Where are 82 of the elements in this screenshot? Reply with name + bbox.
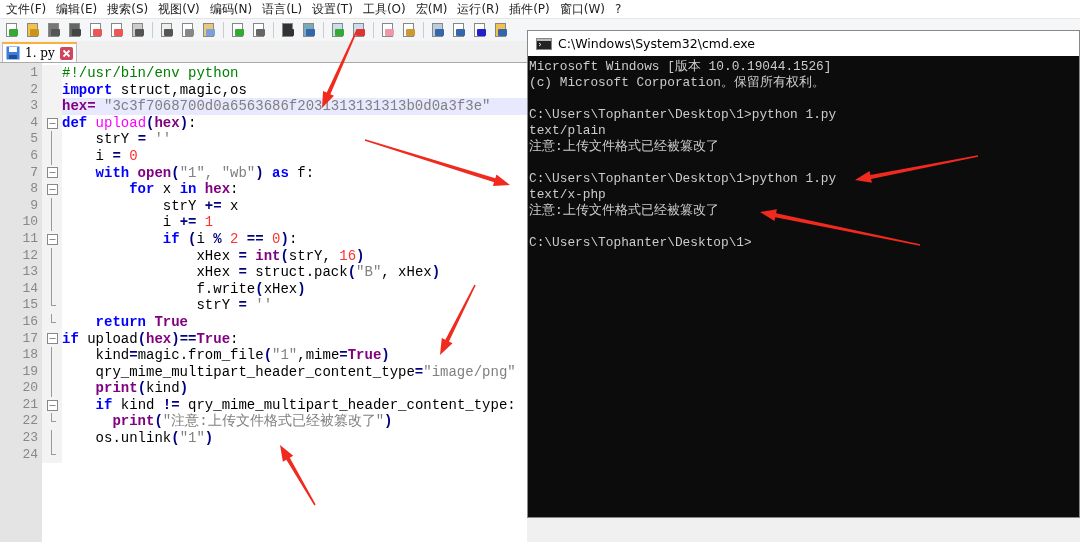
line-number: 16 (21, 313, 39, 331)
code-line: xHex = int(strY, 16) (195, 247, 366, 265)
code-line: kind=magic.from_file("1",mime=True) (94, 347, 391, 364)
menu-item[interactable]: 视图(V) (154, 0, 206, 18)
line-number: 24 (21, 446, 39, 464)
line-number: 9 (29, 197, 39, 215)
console-line: text/x-php (529, 187, 607, 203)
line-number: 1 (29, 65, 39, 82)
line-number: 10 (21, 214, 39, 231)
menu-item[interactable]: 宏(M) (411, 0, 454, 18)
file-tab[interactable]: 1. py (2, 42, 77, 62)
console-line: 注意:上传文件格式已经被篡改了 (529, 203, 720, 219)
code-line: if (i % 2 == 0): (161, 230, 299, 248)
code-line: if upload(hex)==True: (62, 330, 240, 348)
annotation-arrow (440, 284, 476, 355)
code-line: qry_mime_multipart_header_content_type="image/png" (94, 363, 517, 381)
code-line: f.write(xHex) (195, 280, 307, 298)
code-line: os.unlink("1") (94, 430, 215, 447)
fold-margin[interactable] (42, 214, 62, 231)
code-line: i += 1 (161, 214, 215, 231)
console-line: (c) Microsoft Corporation。保留所有权利。 (529, 75, 826, 91)
line-number: 8 (29, 181, 39, 198)
menu-item[interactable]: 文件(F) (2, 0, 53, 18)
line-number: 13 (21, 264, 39, 281)
line-number: 11 (21, 230, 39, 248)
line-number: 2 (29, 81, 39, 99)
line-number: 4 (29, 114, 39, 132)
line-number: 12 (21, 247, 39, 265)
code-line: print(kind) (94, 380, 190, 397)
menu-item[interactable]: 运行(R) (453, 0, 506, 18)
menu-item[interactable]: 设置(T) (308, 0, 359, 18)
line-number: 15 (21, 297, 39, 314)
code-line: return True (94, 313, 190, 331)
code-line: import struct,magic,os (62, 81, 248, 99)
line-number: 6 (29, 147, 39, 165)
console-line: C:\Users\Tophanter\Desktop\1>python 1.py (529, 171, 838, 187)
line-number: 14 (21, 280, 39, 298)
code-line: def upload(hex): (62, 114, 198, 132)
code-line: with open("1", "wb") as f: (94, 164, 316, 182)
line-number: 20 (21, 380, 39, 397)
code-editor[interactable] (0, 63, 527, 542)
console-line: C:\Users\Tophanter\Desktop\1> (529, 235, 753, 251)
annotation-arrow (280, 445, 316, 506)
fold-margin[interactable] (42, 131, 62, 148)
console-line: 注意:上传文件格式已经被篡改了 (529, 139, 720, 155)
code-line: strY = '' (195, 297, 274, 314)
menu-item[interactable]: ? (610, 2, 628, 16)
close-icon[interactable] (59, 46, 73, 60)
code-line: if kind != qry_mime_multipart_header_content_type: (94, 396, 517, 413)
line-number: 21 (21, 396, 39, 414)
console-line: Microsoft Windows [版本 10.0.19044.1526] (529, 59, 833, 75)
fold-margin[interactable] (42, 380, 62, 397)
fold-margin[interactable] (42, 181, 62, 198)
menu-item[interactable]: 编码(N) (205, 0, 259, 18)
line-number: 17 (21, 330, 39, 348)
line-number: 22 (21, 413, 39, 431)
code-line: xHex = struct.pack("B", xHex) (195, 264, 442, 281)
code-line: strY = '' (94, 131, 173, 148)
menu-item[interactable]: 语言(L) (258, 0, 309, 18)
code-line: strY += x (161, 197, 240, 215)
menu-item[interactable]: 插件(P) (505, 0, 556, 18)
code-line: print("注意:上传文件格式已经被篡改了") (111, 413, 394, 431)
console-line: text/plain (529, 123, 607, 139)
console-line: C:\Users\Tophanter\Desktop\1>python 1.py (529, 107, 838, 123)
line-number: 18 (21, 347, 39, 364)
fold-margin[interactable] (42, 413, 62, 431)
window-title: C:\Windows\System32\cmd.exe (558, 36, 756, 51)
line-number: 23 (21, 430, 39, 447)
console-icon (536, 37, 552, 50)
code-line: #!/usr/bin/env python (62, 65, 240, 82)
line-number: 19 (21, 363, 39, 381)
line-number: 7 (29, 164, 39, 182)
menu-item[interactable]: 窗口(W) (555, 0, 611, 18)
menu-item[interactable]: 工具(O) (358, 0, 412, 18)
menu-item[interactable]: 搜索(S) (103, 0, 155, 18)
tab-label: 1. py (25, 46, 55, 60)
line-number: 5 (29, 131, 39, 148)
code-line: i = 0 (94, 147, 139, 165)
fold-margin[interactable] (42, 347, 62, 364)
line-number: 3 (29, 98, 39, 115)
menu-item[interactable]: 编辑(E) (52, 0, 104, 18)
code-line: for x in hex: (128, 181, 240, 198)
